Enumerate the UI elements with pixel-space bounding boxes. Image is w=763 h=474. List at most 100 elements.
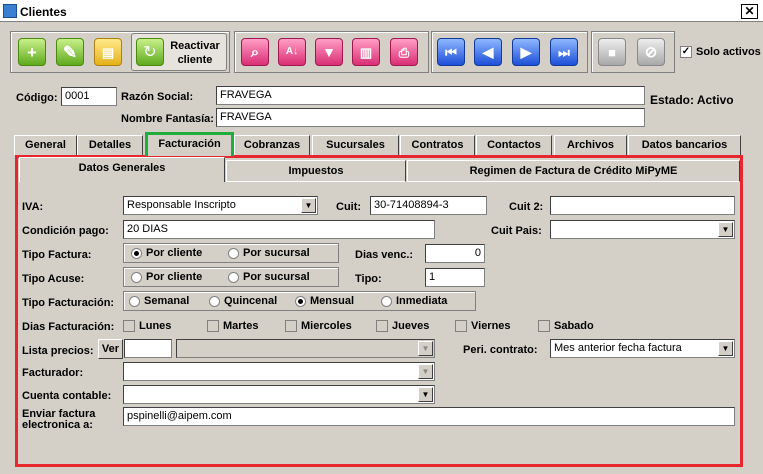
filter-icon[interactable]: ▼ (315, 38, 343, 66)
peri-contrato-label: Peri. contrato: (463, 344, 538, 356)
chevron-down-icon[interactable]: ▼ (418, 387, 433, 402)
enviar-factura-field[interactable]: pspinelli@aipem.com (123, 407, 735, 426)
iva-label: IVA: (22, 201, 44, 213)
tipo-factura-label: Tipo Factura: (22, 249, 92, 261)
condicion-pago-label: Condición pago: (22, 225, 109, 237)
iva-value: Responsable Inscripto (127, 199, 236, 211)
radio-icon (129, 295, 140, 307)
close-button[interactable]: ✕ (741, 4, 758, 19)
chevron-down-icon[interactable]: ▼ (301, 198, 316, 213)
tab-general[interactable]: General (14, 135, 77, 155)
tipo-facturacion-mensual[interactable]: Mensual (295, 295, 354, 307)
cuit2-field[interactable] (550, 196, 735, 215)
lista-precios-code-field[interactable] (124, 339, 172, 358)
dia-jueves-checkbox[interactable]: Jueves (376, 320, 429, 332)
chevron-down-icon[interactable]: ▼ (718, 222, 733, 237)
cancel-icon[interactable]: ⊘ (637, 38, 665, 66)
cuenta-contable-select[interactable]: ▼ (123, 385, 435, 404)
cuit-label: Cuit: (336, 201, 362, 213)
checkbox-icon (207, 320, 219, 332)
dia-viernes-checkbox[interactable]: Viernes (455, 320, 511, 332)
chevron-down-icon[interactable]: ▼ (418, 364, 433, 379)
tab-contratos[interactable]: Contratos (400, 135, 475, 155)
edit-icon[interactable]: ✎ (56, 38, 84, 66)
chevron-down-icon[interactable]: ▼ (418, 341, 433, 356)
tab-facturacion[interactable]: Facturación (145, 132, 234, 156)
cuit2-label: Cuit 2: (509, 201, 544, 213)
tipo-factura-por-sucursal[interactable]: Por sucursal (228, 247, 310, 259)
condicion-pago-field[interactable]: 20 DIAS (123, 220, 435, 239)
peri-contrato-value: Mes anterior fecha factura (554, 342, 682, 354)
checkbox-icon (538, 320, 550, 332)
last-icon[interactable]: ⏭ (550, 38, 578, 66)
tipo-acuse-por-cliente[interactable]: Por cliente (131, 271, 202, 283)
tipo-field[interactable]: 1 (425, 268, 485, 287)
chevron-down-icon[interactable]: ▼ (718, 341, 733, 356)
tipo-facturacion-label: Tipo Facturación: (22, 297, 115, 309)
reactivar-cliente-label: Reactivar cliente (170, 40, 220, 66)
print-icon[interactable]: ⎙ (390, 38, 418, 66)
facturador-label: Facturador: (22, 367, 84, 379)
tipo-acuse-por-sucursal[interactable]: Por sucursal (228, 271, 310, 283)
subtab-datos-generales[interactable]: Datos Generales (19, 157, 225, 182)
sort-az-icon[interactable]: A↓ (278, 38, 306, 66)
cuit-pais-select[interactable]: ▼ (550, 220, 735, 239)
dia-miercoles-checkbox[interactable]: Miercoles (285, 320, 352, 332)
radio-icon (228, 247, 239, 259)
tab-detalles[interactable]: Detalles (77, 135, 143, 155)
reactivar-cliente-button[interactable]: ↻ Reactivar cliente (131, 33, 227, 71)
subtab-impuestos[interactable]: Impuestos (226, 160, 406, 182)
peri-contrato-select[interactable]: Mes anterior fecha factura ▼ (550, 339, 735, 358)
tipo-facturacion-semanal[interactable]: Semanal (129, 295, 189, 307)
lista-precios-label: Lista precios: (22, 345, 94, 357)
tab-archivos[interactable]: Archivos (554, 135, 627, 155)
radio-selected-icon (295, 295, 306, 307)
dias-venc-field[interactable]: 0 (425, 244, 485, 263)
previous-icon[interactable]: ◀ (474, 38, 502, 66)
tipo-facturacion-quincenal[interactable]: Quincenal (209, 295, 277, 307)
report-icon[interactable]: ▥ (352, 38, 380, 66)
reactivate-icon: ↻ (136, 38, 164, 66)
tipo-factura-por-cliente[interactable]: Por cliente (131, 247, 202, 259)
search-icon[interactable]: ⌕ (241, 38, 269, 66)
tab-sucursales[interactable]: Sucursales (312, 135, 399, 155)
estado-label: Estado: Activo (650, 93, 734, 107)
radio-icon (209, 295, 220, 307)
tipo-facturacion-inmediata[interactable]: Inmediata (381, 295, 447, 307)
checkbox-icon (123, 320, 135, 332)
checkbox-icon (285, 320, 297, 332)
subtab-regimen-mipyme[interactable]: Regimen de Factura de Crédito MiPyME (407, 160, 740, 182)
document-icon[interactable]: ▤ (94, 38, 122, 66)
facturador-select[interactable]: ▼ (123, 362, 435, 381)
cuit-field[interactable]: 30-71408894-3 (370, 196, 487, 215)
add-icon[interactable]: + (18, 38, 46, 66)
next-icon[interactable]: ▶ (512, 38, 540, 66)
dia-lunes-checkbox[interactable]: Lunes (123, 320, 171, 332)
dias-venc-label: Dias venc.: (355, 249, 414, 261)
tab-contactos[interactable]: Contactos (476, 135, 552, 155)
first-icon[interactable]: ⏮ (437, 38, 465, 66)
title-bar: Clientes ✕ (0, 0, 763, 22)
solo-activos-checkbox[interactable]: ✓ Solo activos (680, 46, 761, 58)
tab-cobranzas[interactable]: Cobranzas (234, 135, 310, 155)
enviar-factura-label-2: electronica a: (22, 419, 93, 431)
solo-activos-label: Solo activos (696, 46, 761, 58)
radio-selected-icon (131, 247, 142, 259)
nombre-fantasia-field[interactable]: FRAVEGA (216, 108, 645, 127)
iva-select[interactable]: Responsable Inscripto ▼ (123, 196, 318, 215)
tab-datos-bancarios[interactable]: Datos bancarios (628, 135, 741, 155)
checkbox-icon (455, 320, 467, 332)
radio-icon (381, 295, 392, 307)
cuenta-contable-label: Cuenta contable: (22, 390, 112, 402)
razon-social-field[interactable]: FRAVEGA (216, 86, 645, 105)
save-icon[interactable]: ■ (598, 38, 626, 66)
dia-martes-checkbox[interactable]: Martes (207, 320, 258, 332)
codigo-label: Código: (16, 92, 58, 104)
codigo-field[interactable]: 0001 (61, 87, 117, 106)
tipo-label: Tipo: (355, 273, 382, 285)
radio-icon (131, 271, 142, 283)
window-title: Clientes (20, 5, 67, 19)
dia-sabado-checkbox[interactable]: Sabado (538, 320, 594, 332)
lista-precios-select[interactable]: ▼ (176, 339, 435, 358)
ver-button[interactable]: Ver (98, 339, 123, 359)
